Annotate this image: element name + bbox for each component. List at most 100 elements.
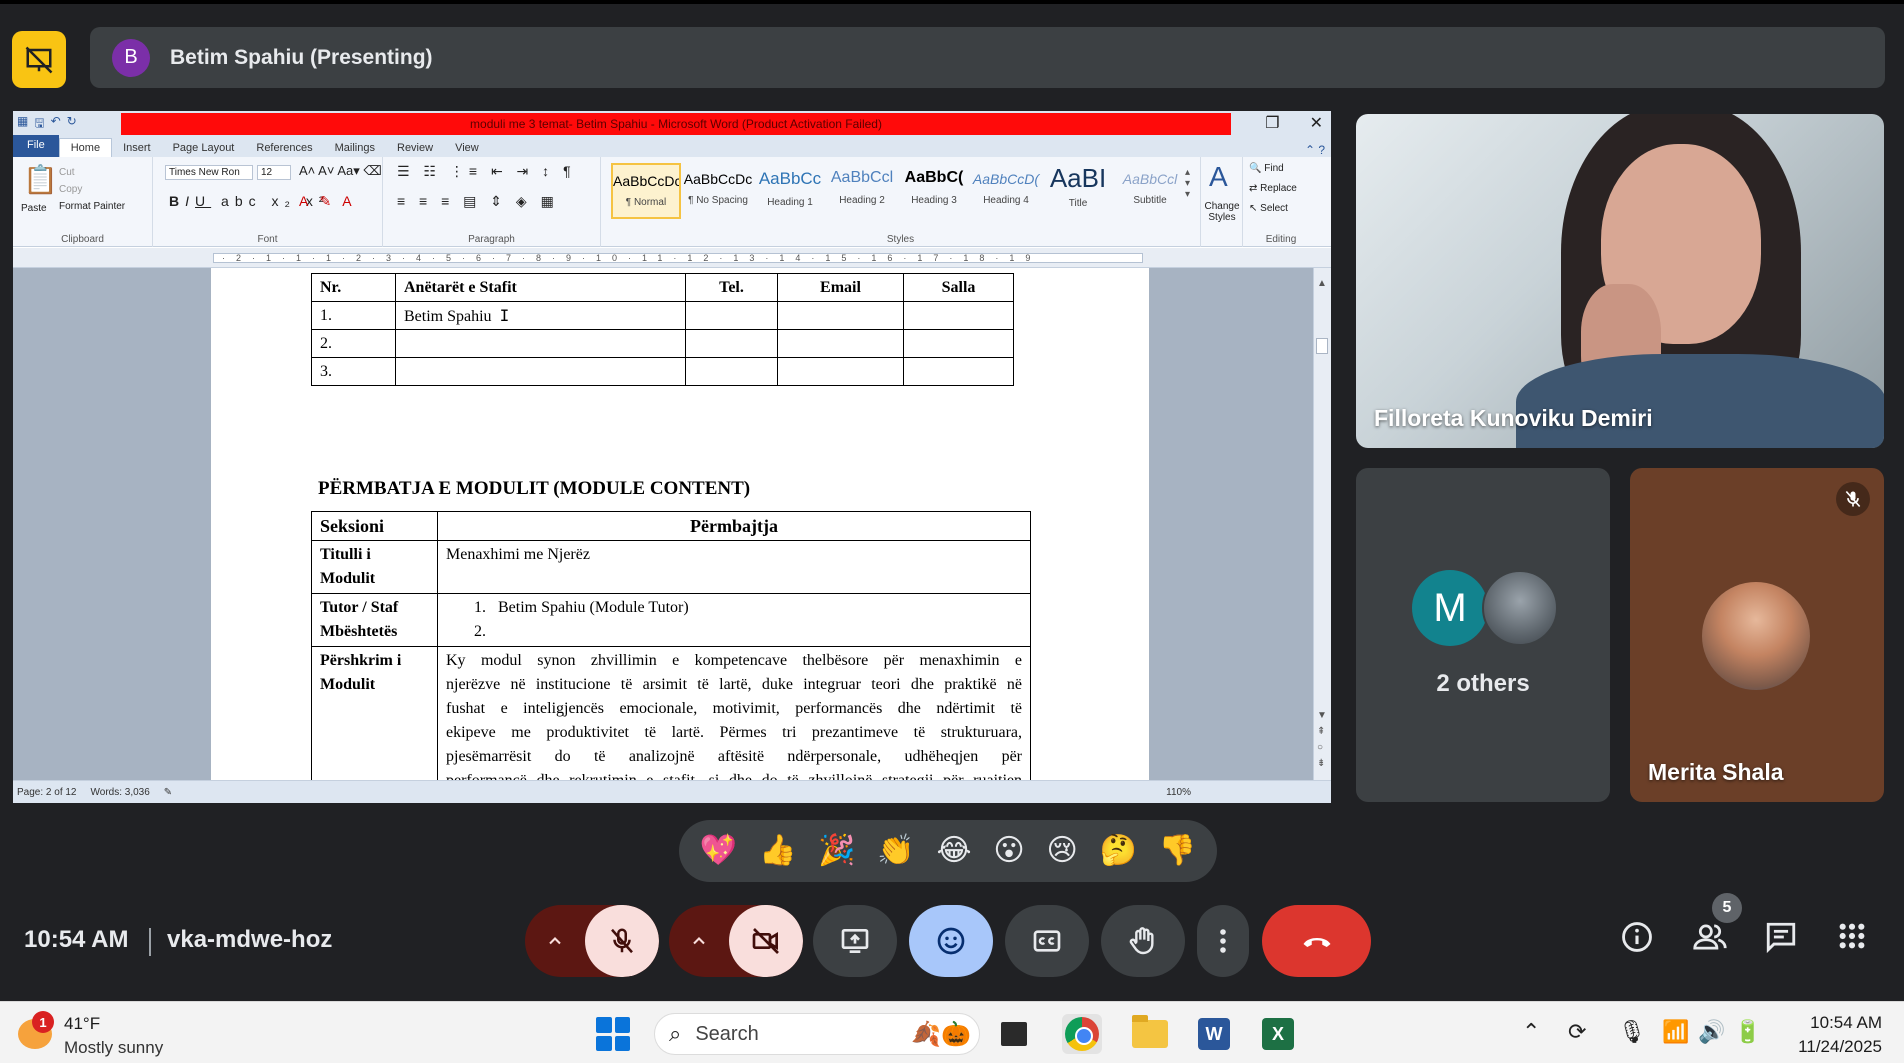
chrome-app[interactable]: [1062, 1014, 1102, 1054]
task-view-button[interactable]: [994, 1014, 1034, 1054]
description-line: performancë dhe rekrutimin e stafit, si …: [446, 769, 1022, 780]
participant-body: [1516, 354, 1884, 448]
microphone-icon[interactable]: 🎙: [1618, 1019, 1646, 1045]
battery-icon[interactable]: 🔋: [1734, 1019, 1761, 1045]
format-painter-button[interactable]: Format Painter: [59, 201, 125, 212]
tab-references[interactable]: References: [245, 139, 323, 157]
camera-toggle-button[interactable]: [729, 905, 803, 977]
clock-date[interactable]: 11/24/2025: [1798, 1037, 1882, 1057]
volume-icon[interactable]: 🔊: [1698, 1019, 1725, 1045]
camera-options-button[interactable]: [669, 905, 729, 977]
styles-scroll-icon[interactable]: ▴ ▾ ▾: [1185, 167, 1190, 200]
tab-home[interactable]: Home: [58, 138, 113, 157]
style-heading-3[interactable]: AaBbC(Heading 3: [899, 163, 969, 219]
vertical-scrollbar[interactable]: ▲ ▼ ⇞ ○ ⇟: [1313, 268, 1331, 780]
start-button[interactable]: [596, 1017, 630, 1051]
reaction-sparkling-heart[interactable]: 💖: [700, 836, 737, 866]
activities-button[interactable]: [1836, 920, 1868, 957]
save-icon[interactable]: 🖫: [34, 114, 44, 135]
table-cell: [395, 357, 686, 386]
font-name-select[interactable]: Times New Ron: [165, 165, 253, 180]
change-styles-icon[interactable]: A: [1209, 161, 1228, 193]
taskbar-search[interactable]: ⌕ Search 🍂🎃: [654, 1013, 980, 1055]
captions-button[interactable]: [1005, 905, 1089, 977]
reactions-bar: 💖 👍 🎉 👏 😂 😮 😢 🤔 👎: [679, 820, 1217, 882]
scroll-up-icon[interactable]: ▲: [1317, 278, 1327, 289]
clock-time[interactable]: 10:54 AM: [1810, 1013, 1882, 1033]
paste-icon[interactable]: 📋: [23, 163, 58, 196]
reaction-laughing[interactable]: 😂: [937, 836, 972, 866]
table-cell: [685, 329, 778, 358]
font-color-icons[interactable]: A ✎ A: [299, 193, 356, 210]
present-screen-button[interactable]: [813, 905, 897, 977]
raise-hand-button[interactable]: [1101, 905, 1185, 977]
undo-icon[interactable]: ↶: [51, 114, 61, 135]
reaction-thumbs-up[interactable]: 👍: [759, 836, 796, 866]
tab-file[interactable]: File: [13, 135, 59, 157]
presentation-icon[interactable]: [12, 31, 66, 88]
mic-toggle-button[interactable]: [585, 905, 659, 977]
word-app[interactable]: W: [1194, 1014, 1234, 1054]
list-icons[interactable]: ☰ ☷ ⋮≡ ⇤ ⇥ ↕ ¶: [397, 163, 576, 180]
reaction-party-popper[interactable]: 🎉: [818, 836, 855, 866]
proofing-icon[interactable]: ✎: [164, 787, 172, 798]
reaction-crying[interactable]: 😢: [1046, 836, 1077, 866]
page-indicator[interactable]: Page: 2 of 12: [17, 787, 77, 798]
emoji-icon: [937, 927, 965, 955]
style-subtitle[interactable]: AaBbCcl Subtitle: [1115, 163, 1185, 219]
leave-call-button[interactable]: [1262, 905, 1371, 977]
excel-app[interactable]: X: [1258, 1014, 1298, 1054]
tab-mailings[interactable]: Mailings: [324, 139, 386, 157]
find-button[interactable]: 🔍 Find: [1249, 163, 1284, 174]
copy-button[interactable]: Copy: [59, 184, 82, 195]
style-normal[interactable]: AaBbCcDc ¶ Normal: [611, 163, 681, 219]
paste-button[interactable]: Paste: [21, 203, 47, 214]
wifi-icon[interactable]: 📶: [1662, 1019, 1689, 1045]
participant-tile-main[interactable]: Filloreta Kunoviku Demiri: [1356, 114, 1884, 448]
restore-icon[interactable]: ❐: [1265, 113, 1279, 133]
participant-tile-others[interactable]: M 2 others: [1356, 468, 1610, 802]
file-explorer-app[interactable]: [1130, 1014, 1170, 1054]
more-options-button[interactable]: [1197, 905, 1249, 977]
style-no-spacing[interactable]: AaBbCcDc ¶ No Spacing: [683, 163, 753, 219]
mic-options-button[interactable]: [525, 905, 585, 977]
scroll-down-icon[interactable]: ▼ ⇞ ○ ⇟: [1317, 708, 1327, 772]
select-button[interactable]: ↖ Select: [1249, 203, 1288, 214]
tab-insert[interactable]: Insert: [112, 139, 162, 157]
reaction-thumbs-down[interactable]: 👎: [1159, 836, 1196, 866]
style-heading-2[interactable]: AaBbCcl Heading 2: [827, 163, 897, 219]
font-grow-icons[interactable]: A˄ A˅ Aa▾ ⌫: [299, 163, 382, 179]
font-size-select[interactable]: 12: [257, 165, 291, 180]
people-button[interactable]: [1692, 920, 1728, 959]
reaction-clapping[interactable]: 👏: [877, 836, 914, 866]
style-heading-1[interactable]: AaBbCc Heading 1: [755, 163, 825, 219]
sync-icon[interactable]: ⟳: [1568, 1019, 1586, 1045]
meeting-info-button[interactable]: [1620, 920, 1654, 959]
tab-view[interactable]: View: [444, 139, 490, 157]
scroll-thumb[interactable]: [1316, 338, 1328, 354]
participant-tile-merita[interactable]: Merita Shala: [1630, 468, 1884, 802]
reaction-thinking[interactable]: 🤔: [1100, 836, 1137, 866]
avatar: M: [1412, 570, 1488, 646]
table-row: 2.: [311, 329, 1014, 358]
zoom-level[interactable]: 110%: [1166, 787, 1191, 798]
table-cell: 1.: [311, 301, 396, 330]
style-heading-4[interactable]: AaBbCcD(Heading 4: [971, 163, 1041, 219]
chat-button[interactable]: [1764, 920, 1798, 959]
tray-overflow-icon[interactable]: ⌃: [1522, 1019, 1540, 1045]
help-icon[interactable]: ⌃ ?: [1305, 143, 1331, 157]
reaction-surprised[interactable]: 😮: [993, 836, 1024, 866]
replace-button[interactable]: ⇄ Replace: [1249, 183, 1297, 194]
align-icons[interactable]: ≡ ≡ ≡ ▤ ⇕ ◈ ▦: [397, 193, 559, 210]
reactions-button[interactable]: [909, 905, 993, 977]
change-styles-button[interactable]: Change Styles: [1201, 201, 1243, 223]
cut-button[interactable]: Cut: [59, 167, 75, 178]
close-icon[interactable]: ✕: [1310, 113, 1323, 133]
redo-icon[interactable]: ↻: [67, 114, 77, 135]
word-count[interactable]: Words: 3,036: [91, 787, 150, 798]
style-title[interactable]: AaBI Title: [1043, 163, 1113, 219]
meeting-code[interactable]: vka-mdwe-hoz: [167, 926, 332, 954]
tab-page-layout[interactable]: Page Layout: [162, 139, 246, 157]
tab-review[interactable]: Review: [386, 139, 444, 157]
document-page[interactable]: Nr. Anëtarët e Stafit Tel. Email Salla 1…: [211, 268, 1149, 780]
